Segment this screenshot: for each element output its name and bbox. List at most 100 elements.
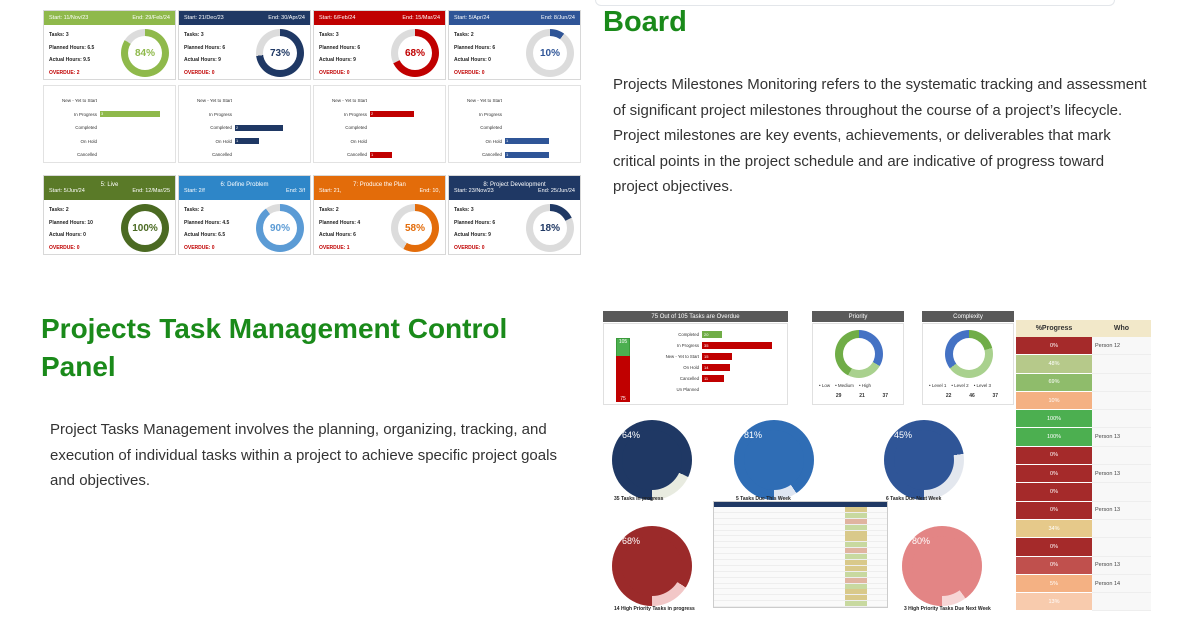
priority-legend-item: • High [858,383,872,388]
tasks-due-table-cell [845,554,867,560]
status-bar: 1 [235,138,259,145]
milestone-card-body: Tasks: 3 Planned Hours: 6 Actual Hours: 9O… [179,25,310,79]
status-label: Cancelled [481,152,502,158]
status-row: In Progress 3 [48,108,171,122]
tasks-due-table-cell [845,512,867,518]
progress-row: 100% Person 13 [1016,428,1151,447]
milestone-card-header: 7: Produce the Plan Start: 21, End: 10, [314,176,445,200]
gauge-caption: 6 Tasks Due Next Week [886,496,942,502]
milestone-card-header: Start: 6/Feb/24 End: 15/Mar/24 [314,11,445,25]
complexity-legend: • Level 1 • Level 2 • Level 3 [929,383,991,388]
milestone-card: 7: Produce the Plan Start: 21, End: 10, Tas… [313,175,446,255]
gauge-panel: 80% 3 High Priority Tasks Due Next Week [898,524,1010,612]
gauge-caption: 3 High Priority Tasks Due Next Week [904,606,991,612]
milestone-card-header: 6: Define Problem Start: 2/f End: 3/f [179,176,310,200]
milestone-start: Start: 5/Jun/24 [49,188,85,194]
progress-row: 0% [1016,483,1151,502]
status-row: On Hold [48,135,171,149]
progress-row: 0% [1016,538,1151,557]
progress-assignee [1092,519,1151,539]
progress-row: 69% [1016,373,1151,392]
progress-assignee: Person 12 [1092,337,1151,356]
priority-header: Priority [812,311,904,322]
priority-count: 29 [835,393,842,399]
status-row: New - Yet to Start [453,94,576,108]
milestone-progress-value: 18% [533,211,567,245]
milestone-progress-donut: 58% [391,204,439,252]
task-management-title: Projects Task Management Control Panel [41,313,508,382]
priority-legend: • Low • Medium • High [819,383,871,388]
gauge-panel: 64% 35 Tasks in progress [608,418,720,502]
progress-value: 0% [1016,501,1092,520]
status-row: Cancelled [183,148,306,162]
milestone-card-body: Tasks: 2 Planned Hours: 10 Actual Hours: 0… [44,200,175,254]
status-bar: 1 [505,138,549,145]
progress-value: 0% [1016,556,1092,575]
overdue-status-label: Un Planned [676,387,699,392]
progress-assignee [1092,593,1151,612]
milestone-card: Start: 11/Nov/23 End: 29/Feb/24 Tasks: 3 Pl… [43,10,176,80]
gauge-panel: 68% 14 High Priority Tasks in progress [608,524,720,612]
milestone-card: 6: Define Problem Start: 2/f End: 3/f Tasks… [178,175,311,255]
status-label: New - Yet to Start [466,98,502,104]
progress-row: 100% [1016,410,1151,429]
status-label: In Progress [478,111,502,117]
gauge-panel: 81% 5 Tasks Due This Week [730,418,870,502]
status-row: New - Yet to Start [318,94,441,108]
tasks-due-table-cell [845,518,867,524]
progress-row: 5% Person 14 [1016,574,1151,594]
status-row: On Hold 1 [183,135,306,149]
overdue-chart-header: 75 Out of 105 Tasks are Overdue [603,311,788,322]
status-label: Cancelled [346,152,367,158]
gauge-value: 45% [894,430,913,440]
priority-chart: • Low • Medium • High 29 21 37 [812,323,904,405]
milestone-progress-value: 73% [263,36,297,70]
status-bar: 1 [370,151,392,158]
status-row: Completed [48,121,171,135]
progress-assignee [1092,391,1151,411]
milestone-status-chart: New - Yet to Start In Progress Completed On… [448,85,581,163]
status-label: Completed [480,125,502,131]
tasks-due-table-cell [845,595,867,601]
milestone-start: Start: 2/f [184,188,205,194]
milestone-card-body: Tasks: 2 Planned Hours: 4.5 Actual Hours: … [179,200,310,254]
milestone-dates: Start: 5/Jun/24 End: 12/Mar/25 [49,188,170,194]
status-label: Completed [345,125,367,131]
progress-assignee: Person 13 [1092,556,1151,575]
progress-value: 0% [1016,337,1092,356]
milestone-progress-donut: 73% [256,29,304,77]
overdue-status-row: Un Planned [642,385,702,394]
status-label: New - Yet to Start [196,98,232,104]
progress-row: 34% [1016,519,1151,539]
status-label: On Hold [485,138,502,144]
overdue-chart: 105 75 Completed 20 In Progress 35 New - Yet t… [603,323,788,405]
complexity-legend-item: • Level 1 [929,383,947,388]
who-header: Who [1113,325,1130,332]
overdue-status-label: In Progress [677,343,699,348]
tasks-due-table-row [714,601,887,608]
overdue-status-label: New - Yet to Start [665,354,699,359]
status-label: Cancelled [211,152,232,158]
milestone-end: End: 30/Apr/24 [268,15,305,21]
progress-assignee [1092,373,1151,392]
progress-assignee: Person 14 [1092,574,1151,594]
milestone-end: End: 8/Jun/24 [541,15,575,21]
priority-legend-item: • Low [819,383,831,388]
overdue-status-label: Completed [678,332,699,337]
tasks-due-table-cell [845,589,867,595]
priority-ring-hole [843,338,875,370]
tasks-due-table-cell [845,565,867,571]
status-label: In Progress [73,111,97,117]
tasks-due-table-cell [845,583,867,589]
milestone-status-chart: New - Yet to Start In Progress 3 Completed O… [43,85,176,163]
progress-table-header: %Progress Who [1016,320,1151,337]
gauge-core: 81% [744,430,804,490]
gauge-core: 80% [912,536,972,596]
milestone-progress-donut: 18% [526,204,574,252]
progress-row: 13% [1016,593,1151,612]
status-row: Cancelled 1 [453,148,576,162]
progress-value: 0% [1016,538,1092,557]
status-row: Cancelled [48,148,171,162]
complexity-header: Complexity [922,311,1014,322]
milestone-end: End: 25/Jun/24 [537,188,575,194]
